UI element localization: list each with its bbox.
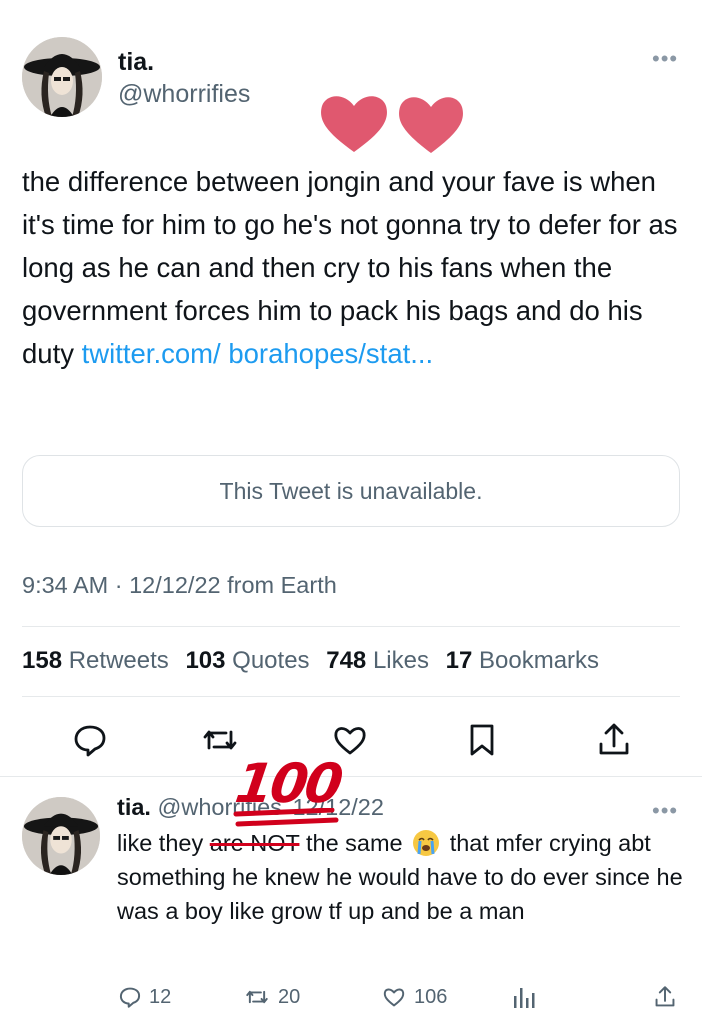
reply-text: like they are NOT the same that mfer cry… bbox=[117, 830, 683, 924]
tweet-text: the difference between jongin and your f… bbox=[22, 160, 692, 375]
quoted-tweet-card[interactable]: This Tweet is unavailable. bbox=[22, 455, 680, 527]
crying-face-emoji-icon bbox=[413, 830, 440, 856]
reply-reply-button[interactable]: 12 bbox=[117, 984, 171, 1010]
like-icon bbox=[383, 988, 405, 1007]
retweet-count: 20 bbox=[278, 985, 301, 1008]
retweet-icon bbox=[246, 990, 268, 1004]
author-name[interactable]: tia. bbox=[118, 48, 154, 77]
reply-retweet-button[interactable]: 20 bbox=[242, 984, 300, 1010]
analytics-icon bbox=[514, 988, 535, 1008]
share-icon bbox=[655, 986, 675, 1007]
avatar-photo bbox=[22, 797, 100, 875]
heart-sticker-icon bbox=[321, 96, 387, 152]
reply-icon[interactable] bbox=[70, 720, 110, 760]
stat-retweets[interactable]: 158 Retweets bbox=[22, 647, 169, 674]
hundred-sticker-text: 100 bbox=[231, 752, 345, 815]
reply-author-name[interactable]: tia. bbox=[117, 794, 151, 820]
reply-icon bbox=[119, 987, 141, 1008]
divider bbox=[0, 776, 702, 777]
divider bbox=[22, 626, 680, 627]
reply-share-button[interactable] bbox=[652, 983, 684, 1011]
reply-more-options-icon[interactable]: ••• bbox=[652, 798, 678, 824]
share-icon[interactable] bbox=[594, 720, 634, 760]
hundred-points-sticker: 100 bbox=[231, 752, 345, 834]
divider bbox=[22, 696, 680, 697]
quoted-tweet-text: This Tweet is unavailable. bbox=[219, 477, 483, 504]
tweet-stats: 158 Retweets 103 Quotes 748 Likes 17 Boo… bbox=[22, 647, 609, 675]
stat-likes[interactable]: 748 Likes bbox=[326, 647, 429, 674]
author-handle[interactable]: @whorrifies bbox=[118, 80, 250, 109]
reply-like-button[interactable]: 106 bbox=[380, 984, 447, 1010]
author-avatar[interactable] bbox=[22, 37, 102, 117]
like-count: 106 bbox=[414, 985, 448, 1008]
stat-quotes[interactable]: 103 Quotes bbox=[185, 647, 309, 674]
reply-count: 12 bbox=[149, 985, 172, 1008]
stat-bookmarks[interactable]: 17 Bookmarks bbox=[446, 647, 599, 674]
tweet-link[interactable]: twitter.com/ borahopes/stat... bbox=[82, 338, 434, 369]
reply-author-avatar[interactable] bbox=[22, 797, 100, 875]
tweet-timestamp[interactable]: 9:34 AM · 12/12/22 from Earth bbox=[22, 572, 337, 599]
tweet-actions bbox=[0, 720, 702, 760]
avatar-photo bbox=[22, 37, 102, 117]
reply-analytics-button[interactable] bbox=[512, 984, 542, 1010]
hundred-underline-icon bbox=[233, 808, 339, 827]
more-options-icon[interactable]: ••• bbox=[652, 46, 678, 72]
bookmark-icon[interactable] bbox=[462, 720, 502, 760]
heart-sticker-icon bbox=[399, 97, 463, 153]
